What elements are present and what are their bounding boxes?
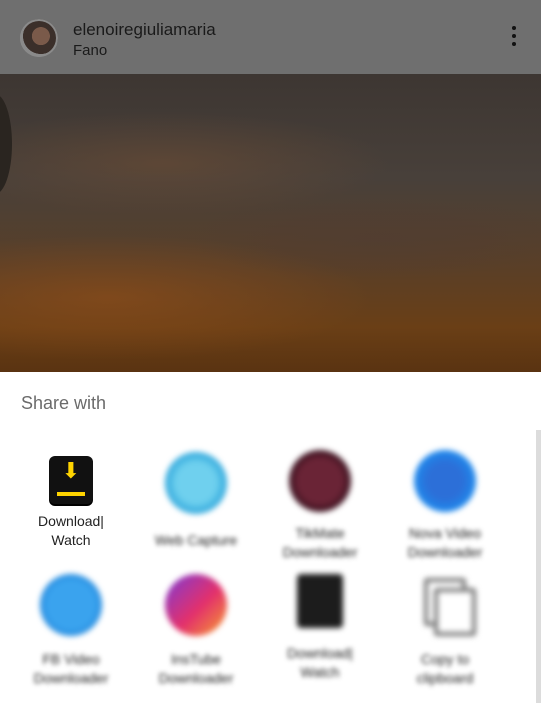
- share-target-label: Download| Watch: [287, 645, 353, 680]
- nova-video-icon: [414, 450, 476, 512]
- copy-icon: [414, 574, 476, 636]
- tikmate-icon: [289, 450, 351, 512]
- download-watch-icon: ⬇: [49, 456, 93, 504]
- download-watch-icon: [297, 574, 343, 628]
- share-target-label: Download| Watch: [38, 513, 104, 548]
- post-username[interactable]: elenoiregiuliamaria: [73, 20, 216, 40]
- post-location[interactable]: Fano: [73, 42, 107, 59]
- share-target-download-watch[interactable]: ⬇ Download| Watch: [16, 456, 126, 550]
- share-target-tikmate[interactable]: TikMate Downloader: [265, 450, 375, 562]
- share-target-fb-video[interactable]: FB Video Downloader: [16, 574, 126, 688]
- share-target-label: Nova Video Downloader: [407, 525, 483, 560]
- share-target-download-watch-2[interactable]: Download| Watch: [265, 574, 375, 682]
- web-capture-icon: [165, 452, 227, 514]
- post-photo: [0, 74, 541, 372]
- more-options-icon[interactable]: [511, 26, 517, 50]
- instube-icon: [165, 574, 227, 636]
- fb-video-icon: [40, 574, 102, 636]
- share-target-label: Copy to clipboard: [416, 651, 474, 686]
- photo-foreground-shape: [0, 94, 12, 194]
- share-sheet-title: Share with: [21, 393, 107, 413]
- share-target-instube[interactable]: InsTube Downloader: [141, 574, 251, 688]
- share-target-nova-video[interactable]: Nova Video Downloader: [390, 450, 500, 562]
- share-target-label: FB Video Downloader: [33, 651, 109, 686]
- share-target-label: Web Capture: [154, 532, 238, 548]
- share-sheet: Share with ⬇ Download| Watch Web Capture…: [0, 372, 541, 703]
- avatar[interactable]: [20, 19, 58, 57]
- post-header: elenoiregiuliamaria Fano: [0, 0, 541, 74]
- share-sheet-scrollbar[interactable]: [536, 430, 541, 703]
- share-target-web-capture[interactable]: Web Capture: [141, 452, 251, 550]
- share-target-copy-clipboard[interactable]: Copy to clipboard: [390, 574, 500, 688]
- share-target-label: TikMate Downloader: [282, 525, 358, 560]
- share-target-label: InsTube Downloader: [158, 651, 234, 686]
